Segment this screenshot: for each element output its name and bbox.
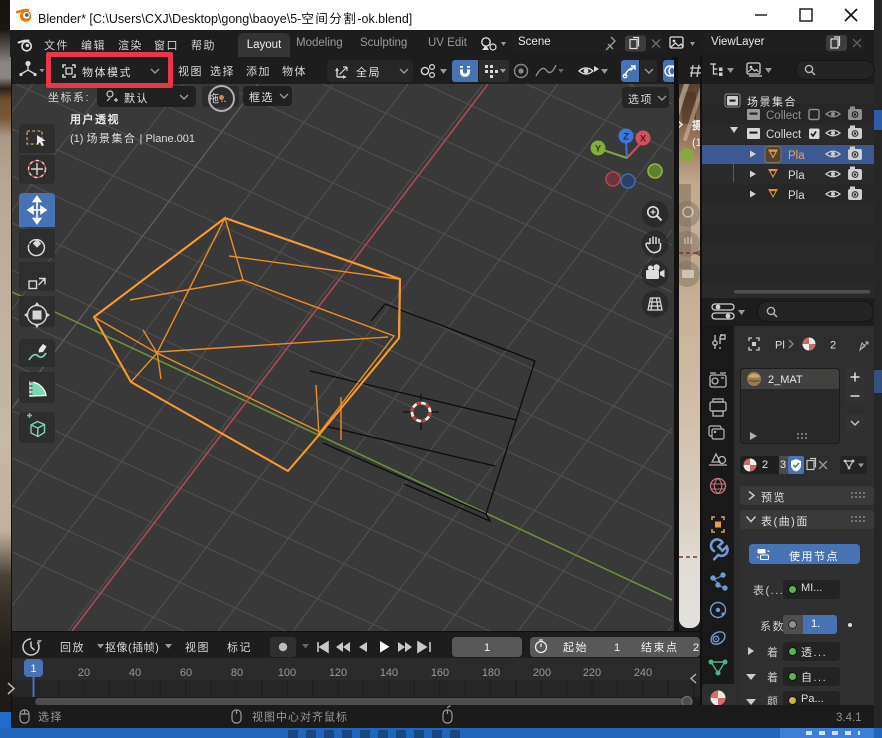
svg-text:40: 40: [129, 667, 141, 679]
svg-text:(1: (1: [692, 137, 700, 149]
svg-text:视图中心对齐鼠标: 视图中心对齐鼠标: [252, 710, 348, 724]
svg-text:摄: 摄: [692, 118, 700, 132]
svg-text:2: 2: [693, 642, 699, 654]
svg-text:1: 1: [30, 663, 36, 675]
svg-text:60: 60: [180, 667, 192, 679]
svg-text:1: 1: [484, 642, 490, 654]
svg-text:抠像(插帧): 抠像(插帧): [105, 640, 159, 654]
svg-text:起始: 起始: [563, 640, 588, 654]
svg-text:2: 2: [830, 340, 836, 352]
svg-text:240: 240: [634, 667, 652, 679]
svg-text:1: 1: [614, 642, 620, 654]
svg-text:3.4.1: 3.4.1: [836, 712, 862, 724]
svg-text:X: X: [640, 134, 647, 145]
svg-text:100: 100: [278, 667, 296, 679]
svg-text:选择: 选择: [38, 710, 63, 724]
svg-text:Pl: Pl: [775, 340, 785, 352]
svg-text:Collect: Collect: [766, 110, 802, 122]
svg-text:220: 220: [583, 667, 601, 679]
svg-text:标记: 标记: [227, 640, 252, 654]
svg-text:Collect: Collect: [766, 129, 802, 141]
svg-text:Pla: Pla: [788, 190, 805, 202]
svg-text:140: 140: [380, 667, 398, 679]
svg-text:结束点: 结束点: [641, 641, 679, 654]
svg-text:Pla: Pla: [788, 170, 805, 182]
svg-text:Y: Y: [595, 144, 602, 155]
svg-text:20: 20: [78, 667, 90, 679]
svg-text:180: 180: [482, 667, 500, 679]
svg-text:Pla: Pla: [788, 150, 805, 162]
svg-text:160: 160: [431, 667, 449, 679]
svg-text:场景集合: 场景集合: [747, 95, 797, 109]
svg-text:视图: 视图: [185, 640, 210, 654]
svg-text:回放: 回放: [60, 640, 85, 654]
svg-text:80: 80: [231, 667, 243, 679]
svg-text:120: 120: [329, 667, 347, 679]
svg-text:200: 200: [533, 667, 551, 679]
svg-text:Z: Z: [623, 132, 629, 143]
